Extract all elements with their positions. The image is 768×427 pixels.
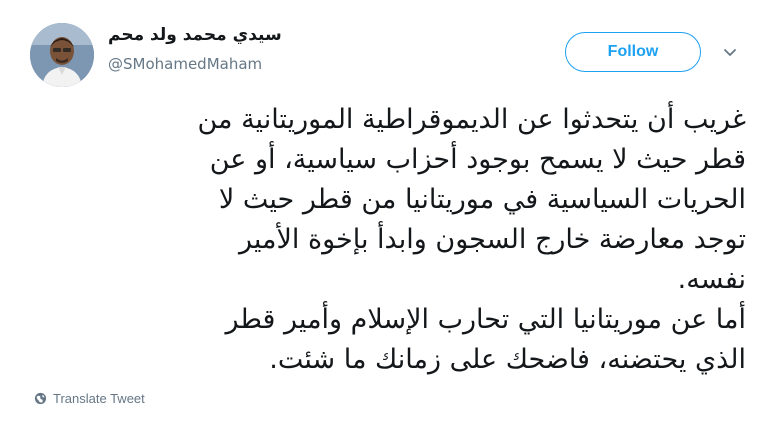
tweet-line: أما عن موريتانيا التي تحارب الإسلام وأمي… — [225, 304, 746, 335]
tweet-line: غريب أن يتحدثوا عن الديموقراطية الموريتا… — [197, 104, 746, 135]
translate-label: Translate Tweet — [53, 391, 145, 406]
user-handle[interactable]: @SMohamedMaham — [108, 55, 262, 73]
tweet-card: سيدي محمد ولد محم @SMohamedMaham Follow … — [0, 0, 768, 427]
tweet-line: قطر حيث لا يسمح بوجود أحزاب سياسية، أو ع… — [209, 144, 746, 175]
display-name[interactable]: سيدي محمد ولد محم — [108, 25, 282, 45]
tweet-line: الحريات السياسية في موريتانيا من قطر حيث… — [218, 184, 746, 215]
tweet-line: نفسه. — [677, 264, 746, 295]
translate-tweet-link[interactable]: Translate Tweet — [34, 391, 145, 406]
tweet-line: الذي يحتضنه، فاضحك على زمانك ما شئت. — [269, 344, 746, 375]
avatar[interactable] — [30, 23, 94, 87]
tweet-line: توجد معارضة خارج السجون وابدأ بإخوة الأم… — [238, 224, 746, 255]
avatar-photo — [30, 23, 94, 87]
chevron-down-icon[interactable] — [722, 44, 738, 60]
tweet-text: غريب أن يتحدثوا عن الديموقراطية الموريتا… — [28, 100, 746, 380]
follow-button[interactable]: Follow — [565, 32, 701, 72]
globe-icon — [34, 392, 47, 405]
